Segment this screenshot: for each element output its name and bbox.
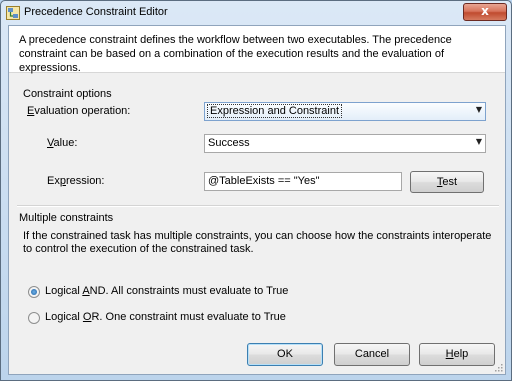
intro-panel: A precedence constraint defines the work… (9, 26, 505, 74)
evaluation-operation-select[interactable]: Expression and Constraint ▼ (204, 102, 486, 121)
logical-and-radio[interactable] (28, 286, 40, 298)
value-select-value: Success (208, 137, 250, 149)
value-label: Value: (47, 137, 78, 149)
window-title: Precedence Constraint Editor (24, 6, 168, 18)
test-button[interactable]: Test (410, 171, 484, 193)
expression-label: Expression: (47, 175, 105, 187)
multiple-constraints-heading: Multiple constraints (19, 212, 114, 224)
close-icon: x (481, 4, 489, 18)
divider (17, 205, 499, 207)
multiple-constraints-description: If the constrained task has multiple con… (23, 230, 492, 255)
constraint-options-heading: Constraint options (23, 88, 112, 100)
chevron-down-icon: ▼ (475, 105, 482, 114)
close-button[interactable]: x (463, 3, 507, 21)
expression-input[interactable]: @TableExists == "Yes" (204, 172, 402, 191)
logical-or-label[interactable]: Logical OR. One constraint must evaluate… (45, 311, 286, 323)
title-bar[interactable]: Precedence Constraint Editor x (1, 1, 511, 25)
logical-and-label[interactable]: Logical AND. All constraints must evalua… (45, 285, 288, 297)
evaluation-operation-value: Expression and Constraint (206, 104, 343, 118)
precedence-editor-icon (6, 6, 20, 20)
help-button[interactable]: Help (419, 343, 495, 366)
dialog-window: Precedence Constraint Editor x A precede… (0, 0, 512, 381)
ok-button[interactable]: OK (247, 343, 323, 366)
resize-grip-icon[interactable] (493, 362, 503, 372)
expression-value: @TableExists == "Yes" (208, 175, 320, 187)
value-select[interactable]: Success ▼ (204, 134, 486, 153)
logical-or-radio[interactable] (28, 312, 40, 324)
cancel-button[interactable]: Cancel (334, 343, 410, 366)
intro-text: A precedence constraint defines the work… (19, 34, 452, 74)
evaluation-operation-label: Evaluation operation: (27, 105, 131, 117)
dialog-body: A precedence constraint defines the work… (8, 25, 506, 375)
chevron-down-icon: ▼ (475, 137, 482, 146)
